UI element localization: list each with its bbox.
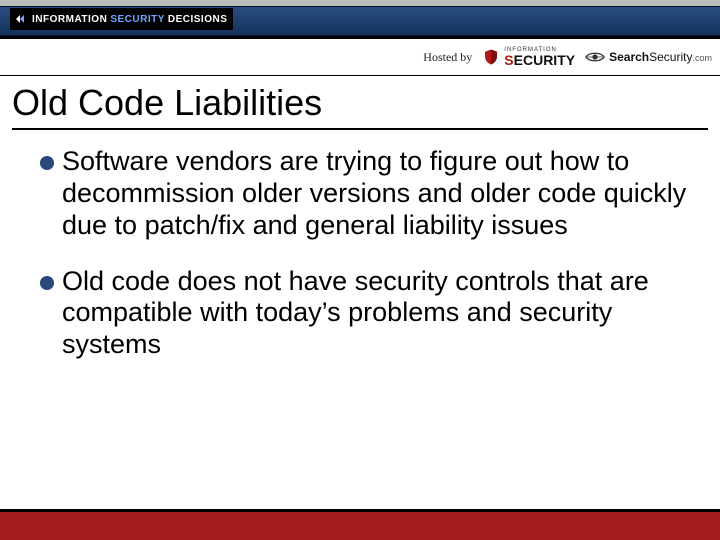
bullet-item: Software vendors are trying to figure ou…	[40, 146, 708, 242]
title-underline	[12, 128, 708, 130]
slide: INFORMATION SECURITY DECISIONS Hosted by…	[0, 0, 720, 540]
brand-arrows-icon	[16, 13, 28, 25]
slide-title: Old Code Liabilities	[12, 82, 708, 124]
host-logo-security: INFORMATION SECURITY	[482, 47, 575, 67]
bullet-item: Old code does not have security controls…	[40, 266, 708, 362]
slide-header: INFORMATION SECURITY DECISIONS Hosted by…	[0, 0, 720, 78]
hosts-area: Hosted by INFORMATION SECURITY SearchSec	[423, 44, 712, 70]
host-logo-searchsecurity: SearchSecurity.com	[585, 50, 712, 64]
host-security-text: INFORMATION SECURITY	[504, 47, 575, 67]
host-security-big: SECURITY	[504, 53, 575, 67]
host-searchsecurity-text: SearchSecurity.com	[609, 50, 712, 64]
brand-box: INFORMATION SECURITY DECISIONS	[10, 8, 233, 30]
slide-content: Old Code Liabilities Software vendors ar…	[0, 78, 720, 509]
brand-word-2: SECURITY	[110, 14, 165, 25]
slide-footer-bar	[0, 509, 720, 540]
eye-icon	[585, 51, 605, 63]
shield-icon	[482, 48, 500, 66]
hosted-by-label: Hosted by	[423, 50, 472, 65]
brand-word-3: DECISIONS	[168, 14, 228, 25]
bullet-list: Software vendors are trying to figure ou…	[12, 146, 708, 361]
brand-word-1: INFORMATION	[32, 14, 107, 25]
